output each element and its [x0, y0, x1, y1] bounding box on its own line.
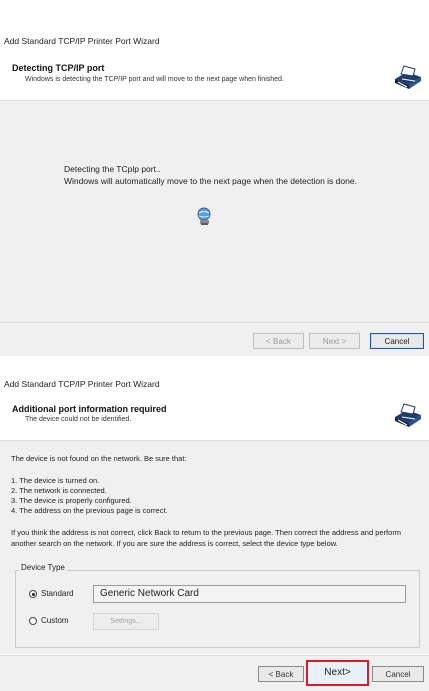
status-line-2: Windows will automatically move to the n… — [64, 176, 357, 186]
wizard-body: Detecting the TCplp port.. Windows will … — [0, 101, 429, 322]
next-button[interactable]: Next> — [306, 660, 369, 686]
settings-button[interactable]: Settings... — [93, 613, 159, 630]
additional-info-dialog: Add Standard TCP/IP Printer Port Wizard … — [0, 366, 429, 691]
printer-icon — [393, 400, 423, 430]
custom-radio[interactable] — [29, 617, 37, 625]
next-button[interactable]: Next > — [309, 333, 360, 349]
checklist-item: 4. The address on the previous page is c… — [11, 506, 168, 515]
header-title: Detecting TCP/IP port — [12, 63, 105, 73]
cancel-button[interactable]: Cancel — [372, 666, 424, 682]
header-subtitle: The device could not be identified. — [25, 416, 132, 423]
device-type-label: Device Type — [19, 563, 67, 572]
instructions-text: If you think the address is not correct,… — [11, 528, 402, 548]
search-globe-icon — [196, 207, 214, 227]
standard-label[interactable]: Standard — [41, 589, 73, 598]
printer-icon — [393, 62, 423, 92]
wizard-body: The device is not found on the network. … — [0, 441, 429, 654]
wizard-header: Additional port information required The… — [0, 394, 429, 441]
wizard-header: Detecting TCP/IP port Windows is detecti… — [0, 54, 429, 101]
intro-text: The device is not found on the network. … — [11, 454, 187, 463]
detecting-dialog: Add Standard TCP/IP Printer Port Wizard … — [0, 0, 429, 356]
status-line-1: Detecting the TCplp port.. — [64, 164, 161, 174]
window-title: Add Standard TCP/IP Printer Port Wizard — [4, 36, 160, 46]
standard-device-select[interactable]: Generic Network Card — [93, 585, 406, 603]
header-title: Additional port information required — [12, 404, 167, 414]
wizard-footer: < Back Next > Cancel — [0, 322, 429, 356]
back-button[interactable]: < Back — [258, 666, 304, 682]
standard-radio[interactable] — [29, 590, 37, 598]
header-subtitle: Windows is detecting the TCP/IP port and… — [25, 76, 284, 83]
custom-label[interactable]: Custom — [41, 616, 69, 625]
back-button[interactable]: < Back — [253, 333, 304, 349]
cancel-button[interactable]: Cancel — [370, 333, 424, 349]
wizard-footer: < Back Next> Cancel — [0, 655, 429, 691]
window-title: Add Standard TCP/IP Printer Port Wizard — [4, 379, 160, 389]
device-type-group — [15, 570, 420, 648]
